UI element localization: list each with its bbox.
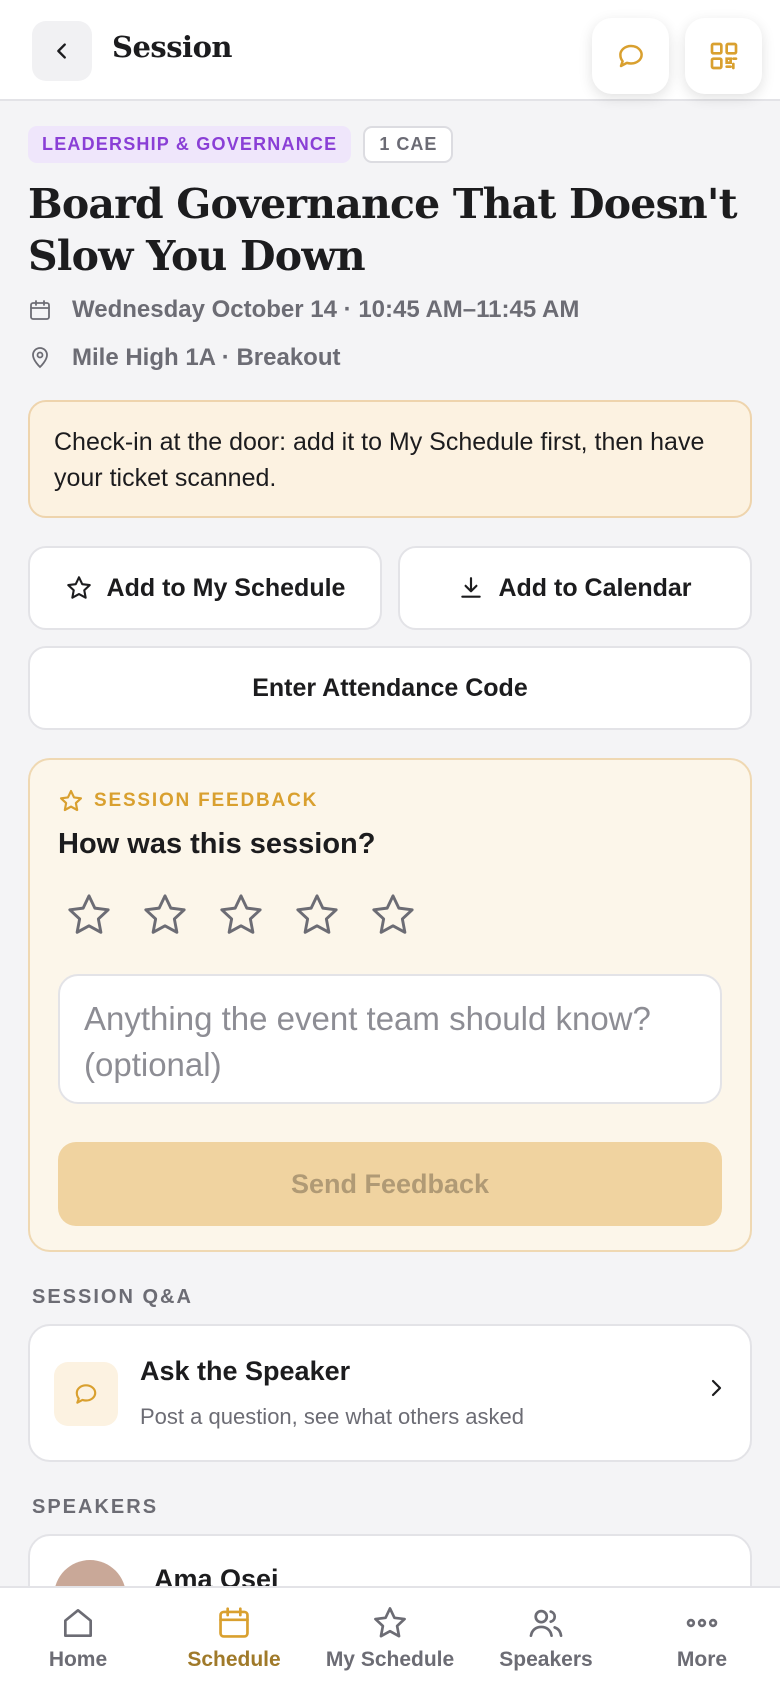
credit-tag: 1 CAE [363, 126, 454, 163]
chat-button[interactable] [592, 18, 669, 94]
add-to-schedule-label: Add to My Schedule [106, 573, 346, 602]
page-title: Session [112, 30, 233, 64]
attendance-code-button[interactable]: Enter Attendance Code [28, 646, 752, 730]
tab-home[interactable]: Home [0, 1588, 156, 1688]
feedback-question: How was this session? [58, 828, 376, 860]
rating-star-2[interactable] [140, 890, 190, 940]
qa-icon-box [54, 1362, 118, 1426]
calendar-icon [219, 1607, 249, 1638]
session-location: Mile High 1A · Breakout [28, 344, 340, 372]
chat-bubble-icon [618, 44, 643, 68]
tab-more[interactable]: More [624, 1588, 780, 1688]
ask-speaker-card[interactable]: Ask the Speaker Post a question, see wha… [28, 1324, 752, 1462]
datetime-text: Wednesday October 14 · 10:45 AM–11:45 AM [72, 296, 580, 323]
feedback-kicker-label: SESSION FEEDBACK [94, 790, 319, 811]
session-title: Board Governance That Doesn't Slow You D… [28, 180, 738, 280]
tab-schedule[interactable]: Schedule [156, 1588, 312, 1688]
people-icon [529, 1609, 563, 1638]
session-datetime: Wednesday October 14 · 10:45 AM–11:45 AM [28, 296, 579, 324]
star-outline-icon [59, 789, 83, 812]
star-icon [296, 894, 338, 934]
attendance-code-label: Enter Attendance Code [252, 673, 528, 702]
back-button[interactable] [32, 21, 92, 81]
qr-code-icon [710, 42, 737, 70]
calendar-icon [30, 300, 50, 320]
rating-star-1[interactable] [64, 890, 114, 940]
star-icon [144, 894, 186, 934]
chevron-right-icon [711, 1379, 722, 1397]
send-feedback-button[interactable]: Send Feedback [58, 1142, 722, 1226]
tab-speakers-label: Speakers [499, 1648, 593, 1671]
tab-schedule-label: Schedule [187, 1648, 281, 1671]
tab-speakers[interactable]: Speakers [468, 1588, 624, 1688]
qa-section-label: SESSION Q&A [32, 1286, 193, 1308]
feedback-kicker: SESSION FEEDBACK [58, 788, 318, 814]
add-to-schedule-button[interactable]: Add to My Schedule [28, 546, 382, 630]
add-to-calendar-button[interactable]: Add to Calendar [398, 546, 752, 630]
feedback-card: SESSION FEEDBACK How was this session? A… [28, 758, 752, 1252]
rating-star-3[interactable] [216, 890, 266, 940]
star-icon [372, 894, 414, 934]
tab-my-schedule-label: My Schedule [325, 1648, 455, 1671]
rating-star-4[interactable] [292, 890, 342, 940]
add-to-calendar-label: Add to Calendar [498, 573, 692, 602]
star-icon [220, 894, 262, 934]
home-icon [63, 1608, 93, 1638]
speakers-section-label: SPEAKERS [32, 1496, 159, 1518]
category-tag: LEADERSHIP & GOVERNANCE [28, 126, 352, 163]
qa-subtitle: Post a question, see what others asked [140, 1404, 525, 1429]
chevron-left-icon [57, 43, 66, 59]
location-text: Mile High 1A · Breakout [72, 344, 341, 371]
star-icon [374, 1607, 406, 1638]
download-icon [461, 577, 482, 598]
chat-bubble-icon [75, 1384, 97, 1404]
bottom-tab-bar: Home Schedule My Schedule Speakers More [0, 1586, 780, 1688]
send-feedback-label: Send Feedback [290, 1168, 490, 1199]
rating-star-5[interactable] [368, 890, 418, 940]
qa-title: Ask the Speaker [140, 1356, 351, 1386]
location-pin-icon [32, 347, 48, 369]
checkin-notice: Check-in at the door: add it to My Sched… [28, 400, 752, 518]
tab-home-label: Home [48, 1648, 108, 1671]
feedback-textarea[interactable]: Anything the event team should know? (op… [58, 974, 722, 1104]
tab-my-schedule[interactable]: My Schedule [312, 1588, 468, 1688]
qr-code-button[interactable] [685, 18, 762, 94]
app-header: Session [0, 0, 780, 101]
tab-more-label: More [676, 1648, 728, 1671]
star-icon [66, 576, 91, 599]
star-rating [64, 890, 418, 940]
more-dots-icon [686, 1618, 718, 1628]
session-tags: LEADERSHIP & GOVERNANCE 1 CAE [28, 126, 454, 163]
star-icon [68, 894, 110, 934]
